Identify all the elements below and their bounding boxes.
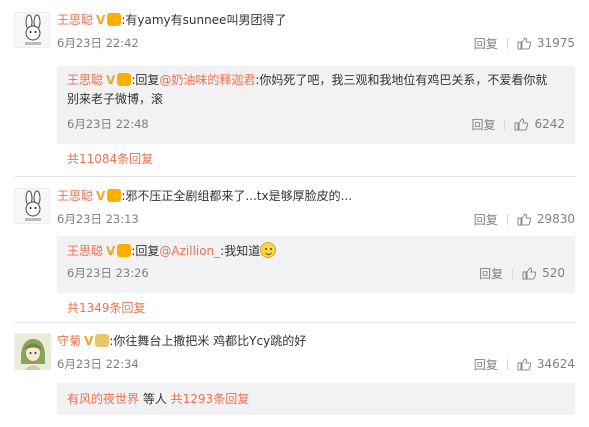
reply-button[interactable]: 回复: [474, 211, 498, 228]
reply-button[interactable]: 回复: [471, 116, 495, 133]
reply-box-1: 王思聪 V:回复@奶油味的释迦君:你妈死了吧，我三观和我地位有鸡巴关系，不爱看你就…: [57, 66, 575, 144]
comment-time: 6月23日 23:13: [57, 212, 139, 226]
reply-box-3: 有风的夜世界 等人 共1293条回复: [57, 383, 575, 415]
sub-user-name[interactable]: 王思聪: [67, 73, 103, 87]
comment-time: 6月23日 22:34: [57, 357, 139, 371]
verified-v-icon: V: [96, 13, 106, 27]
badge-icon: [95, 334, 110, 347]
more-replies-link[interactable]: 共1349条回复: [67, 299, 146, 316]
badge-icon: [117, 73, 132, 86]
more-replies-link[interactable]: 共1293条回复: [171, 392, 250, 406]
anime-avatar-icon: [15, 334, 51, 370]
rabbit-avatar-icon: [25, 14, 41, 45]
more-replies-link[interactable]: 共11084条回复: [67, 150, 153, 167]
reply-prefix: 回复: [135, 73, 160, 87]
mention-link[interactable]: @Azillion_: [159, 244, 220, 258]
comment-time: 6月23日 22:42: [57, 36, 139, 50]
like-count: 31975: [536, 36, 575, 50]
user-name[interactable]: 王思聪: [57, 13, 93, 27]
verified-v-icon: V: [106, 73, 116, 87]
reply-button[interactable]: 回复: [474, 356, 498, 373]
user-name[interactable]: 王思聪: [57, 189, 93, 203]
avatar[interactable]: [14, 12, 50, 48]
sub-user-name[interactable]: 王思聪: [67, 244, 103, 258]
comment-text: 你往舞台上撒把米 鸡都比Ycy跳的好: [113, 334, 307, 348]
badge-icon: [107, 13, 122, 26]
like-count: 520: [542, 266, 565, 280]
comment-text: 有yamy有sunnee叫男团得了: [125, 13, 287, 27]
badge-icon: [117, 244, 132, 257]
like-count: 29830: [536, 212, 575, 226]
like-count: 34624: [536, 357, 575, 371]
sub-time: 6月23日 22:48: [67, 117, 149, 131]
sub-text-line2: 别来老子微博，滚: [67, 92, 164, 106]
divider: [14, 176, 575, 177]
thumb-up-icon[interactable]: [517, 357, 531, 371]
reply-button[interactable]: 回复: [479, 265, 503, 282]
sub-text-line1: :我知道: [220, 244, 261, 258]
divider: [14, 322, 575, 323]
verified-v-icon: V: [106, 244, 116, 258]
mention-link[interactable]: @奶油味的释迦君: [159, 73, 255, 87]
reply-prefix: 回复: [135, 244, 160, 258]
more-reply-user[interactable]: 有风的夜世界: [67, 392, 139, 406]
avatar[interactable]: [14, 333, 51, 370]
smile-emoji-icon: [260, 242, 277, 258]
thumb-up-icon[interactable]: [517, 36, 531, 50]
avatar[interactable]: [14, 188, 50, 224]
sub-text-line1: :你妈死了吧，我三观和我地位有鸡巴关系，不爱看你就: [255, 73, 548, 87]
comment-text: 邪不压正全剧组都来了...tx是够厚脸皮的...: [125, 189, 353, 203]
reply-button[interactable]: 回复: [474, 35, 498, 52]
sub-time: 6月23日 23:26: [67, 266, 149, 280]
thumb-up-icon[interactable]: [514, 117, 529, 131]
user-name[interactable]: 守菊: [57, 334, 81, 348]
more-mid-text: 等人: [139, 392, 171, 406]
reply-box-2: 王思聪 V:回复@Azillion_:我知道 6月23日 23:26 回复 520: [57, 236, 575, 293]
thumb-up-icon[interactable]: [522, 266, 537, 280]
like-count: 6242: [534, 117, 565, 131]
rabbit-avatar-icon: [25, 190, 41, 221]
badge-icon: [107, 189, 122, 202]
thumb-up-icon[interactable]: [517, 212, 531, 226]
verified-v-icon: V: [96, 189, 106, 203]
verified-v-icon: V: [84, 334, 94, 348]
